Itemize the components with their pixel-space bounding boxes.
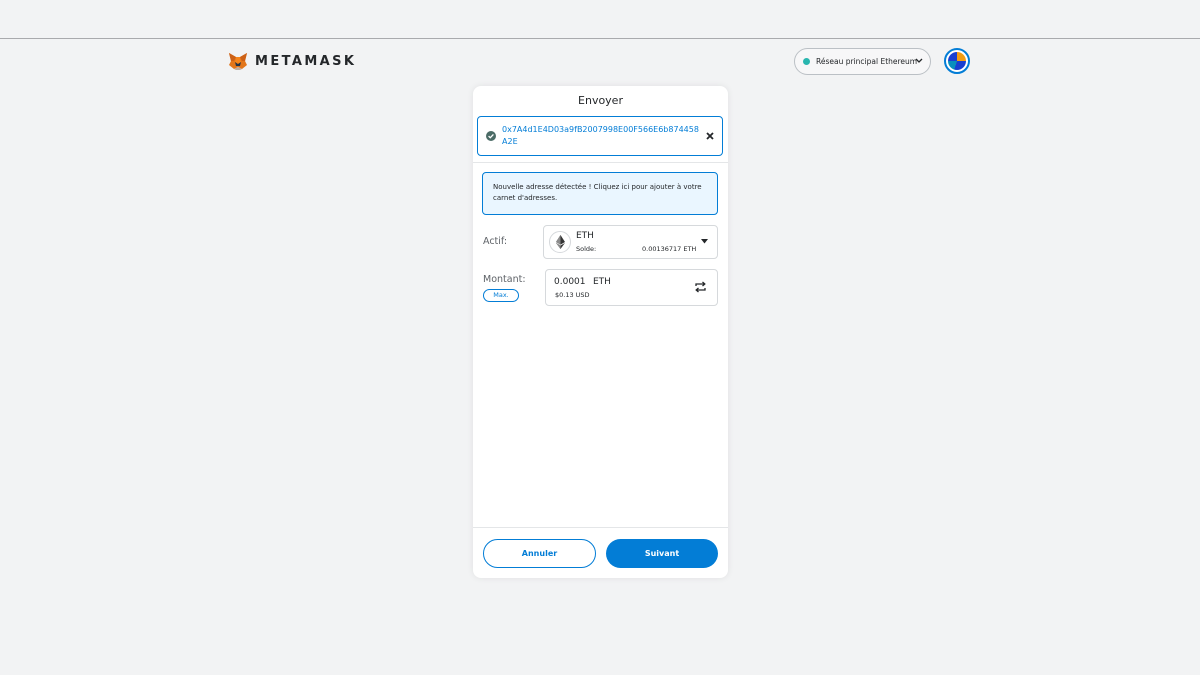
amount-input[interactable]: 0.0001 ETH $0.13 USD [545, 269, 718, 306]
balance-label: Solde: [576, 245, 597, 253]
caret-down-icon [701, 239, 708, 244]
metamask-fox-icon [229, 53, 247, 70]
cancel-button[interactable]: Annuler [483, 539, 596, 568]
recipient-field[interactable]: 0x7A4d1E4D03a9fB2007998E00F566E6b874458A… [477, 116, 723, 156]
footer-divider [473, 527, 728, 528]
amount-label: Montant: [483, 274, 526, 285]
next-button[interactable]: Suivant [606, 539, 718, 568]
header-divider [473, 162, 728, 163]
top-divider [0, 38, 1200, 39]
eth-icon [549, 231, 571, 253]
page-title: Envoyer [578, 94, 623, 107]
swap-currency-icon[interactable] [694, 281, 707, 293]
max-button[interactable]: Max. [483, 289, 519, 302]
brand-name: METAMASK [255, 53, 357, 69]
amount-value: 0.0001 [554, 277, 586, 287]
account-avatar[interactable] [944, 48, 970, 74]
check-circle-icon [486, 131, 496, 141]
new-address-banner[interactable]: Nouvelle adresse détectée ! Cliquez ici … [482, 172, 718, 215]
chevron-down-icon [915, 58, 923, 63]
metamask-logo[interactable]: METAMASK [228, 52, 356, 70]
network-label: Réseau principal Ethereum [816, 57, 918, 66]
identicon [948, 52, 966, 70]
amount-unit: ETH [593, 277, 611, 287]
asset-label: Actif: [483, 236, 508, 247]
send-panel: Envoyer 0x7A4d1E4D03a9fB2007998E00F566E6… [473, 86, 728, 578]
recipient-address: 0x7A4d1E4D03a9fB2007998E00F566E6b874458A… [502, 125, 699, 146]
balance-value: 0.00136717 ETH [642, 245, 697, 253]
asset-symbol: ETH [576, 231, 594, 241]
network-status-dot [803, 58, 810, 65]
amount-fiat: $0.13 USD [555, 291, 590, 299]
close-icon[interactable] [706, 132, 714, 140]
asset-selector[interactable]: ETH Solde: 0.00136717 ETH [543, 225, 718, 259]
network-selector[interactable]: Réseau principal Ethereum [794, 48, 931, 75]
